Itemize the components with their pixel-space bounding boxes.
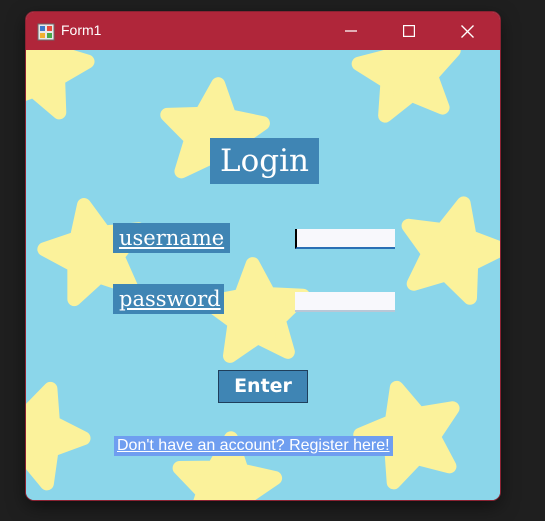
username-label: username: [113, 223, 230, 253]
star-shape: [354, 50, 462, 118]
maximize-button[interactable]: [380, 12, 438, 50]
title-bar[interactable]: Form1: [26, 12, 500, 50]
username-input[interactable]: [295, 229, 395, 249]
enter-button[interactable]: Enter: [218, 370, 308, 403]
register-link[interactable]: Don't have an account? Register here!: [114, 436, 393, 456]
star-shape: [26, 372, 96, 489]
login-heading: Login: [210, 138, 319, 184]
minimize-icon: [345, 30, 357, 32]
close-button[interactable]: [438, 12, 496, 50]
app-window: Form1 Login username password Enter Don'…: [26, 12, 500, 500]
password-label: password: [113, 284, 224, 314]
star-shape: [395, 192, 500, 303]
password-input[interactable]: [295, 292, 395, 312]
window-title: Form1: [61, 22, 102, 38]
star-shape: [26, 50, 94, 116]
close-icon: [460, 24, 474, 38]
minimize-button[interactable]: [322, 12, 380, 50]
star-shape: [351, 375, 468, 488]
star-background: [26, 50, 500, 500]
form-client-area: Login username password Enter Don't have…: [26, 50, 500, 500]
maximize-icon: [403, 25, 415, 37]
form-app-icon[interactable]: [37, 23, 55, 41]
